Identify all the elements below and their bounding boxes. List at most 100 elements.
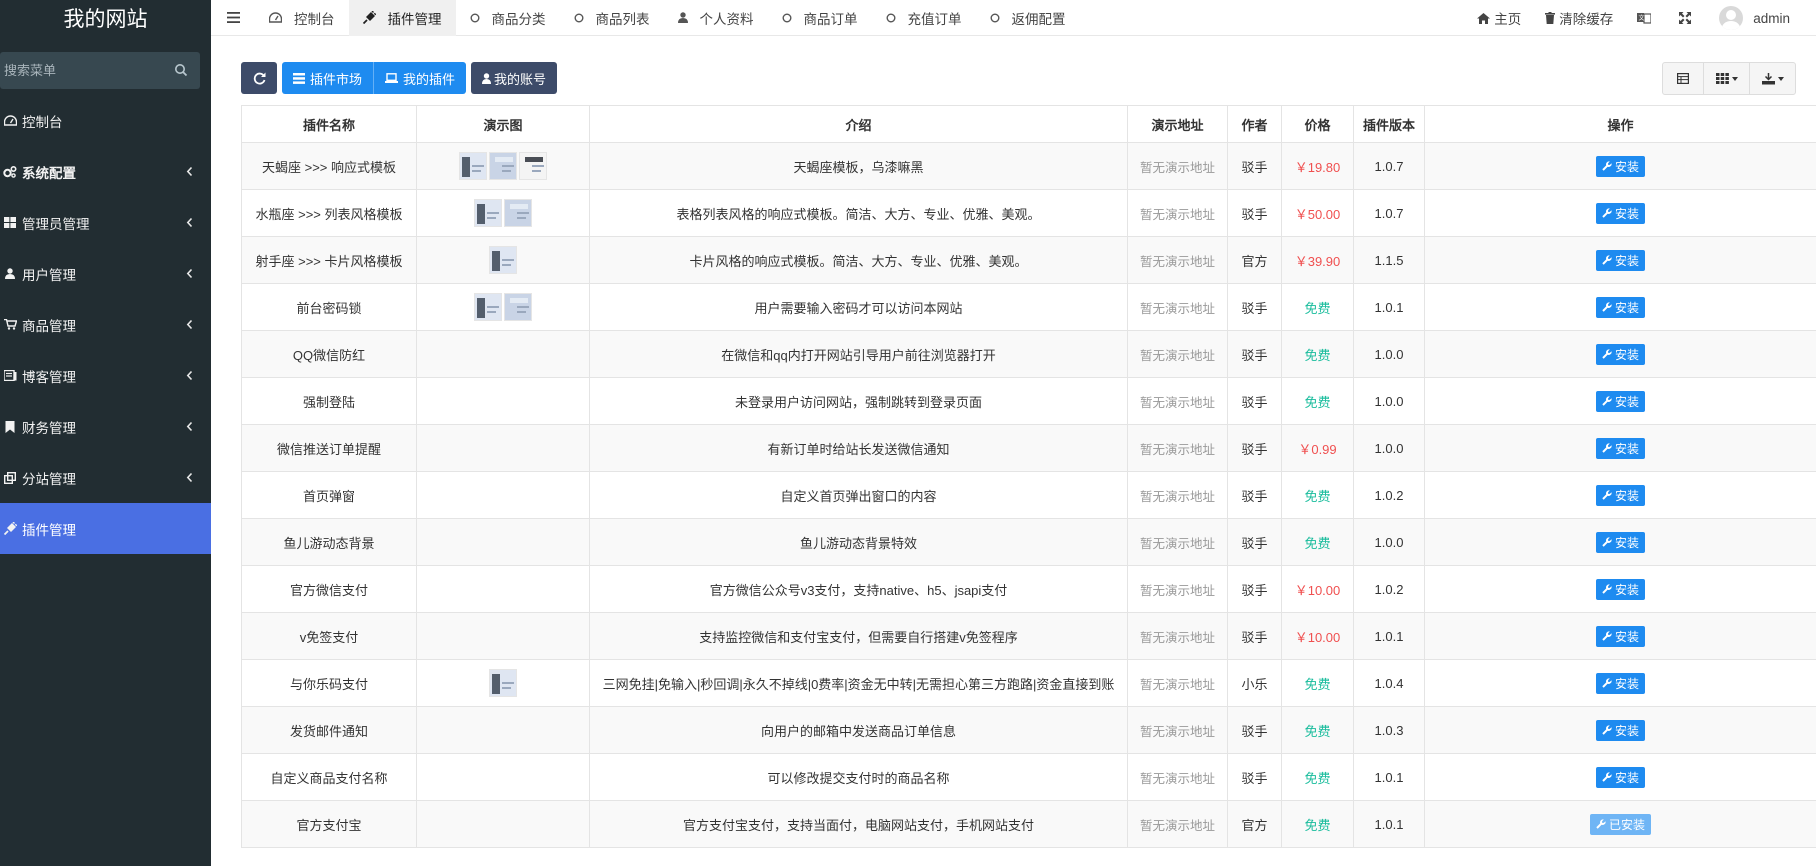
demo-image-cell — [416, 706, 590, 754]
install-button[interactable]: 安装 — [1595, 484, 1645, 506]
toggle-view-button[interactable] — [1663, 63, 1703, 94]
nav-tab-4[interactable]: 个人资料 — [664, 0, 768, 36]
my-plugins-button[interactable]: 我的插件 — [373, 62, 467, 94]
chevron-left-icon — [186, 268, 193, 279]
install-button[interactable]: 安装 — [1595, 578, 1645, 600]
install-button[interactable]: 安装 — [1595, 296, 1645, 318]
trash-icon — [1545, 12, 1556, 24]
author-cell: 驳手 — [1227, 189, 1282, 237]
column-header[interactable]: 演示地址 — [1127, 105, 1228, 143]
clear-cache-button[interactable]: 清除缓存 — [1533, 8, 1625, 28]
nav-tab-3[interactable]: 商品列表 — [560, 0, 664, 36]
demo-thumbnail[interactable] — [504, 293, 532, 321]
dashboard-icon — [2, 114, 18, 128]
sidebar-item-3[interactable]: 用户管理 — [0, 248, 211, 299]
table-row: 发货邮件通知 向用户的邮箱中发送商品订单信息 暂无演示地址 驳手 免费 1.0.3 安装 — [241, 706, 1816, 754]
wrench-icon — [1602, 396, 1612, 406]
description-cell: 向用户的邮箱中发送商品订单信息 — [589, 706, 1128, 754]
action-cell: 安装 — [1424, 471, 1816, 519]
site-logo[interactable]: 我的网站 — [0, 0, 211, 36]
sidebar-item-0[interactable]: 控制台 — [0, 95, 211, 146]
demo-thumbnail[interactable] — [504, 199, 532, 227]
column-header[interactable]: 插件名称 — [241, 105, 417, 143]
install-button[interactable]: 安装 — [1595, 719, 1645, 741]
refresh-button[interactable] — [241, 62, 277, 94]
action-label: 安装 — [1614, 535, 1639, 550]
language-toggle[interactable]: 文 — [1625, 12, 1667, 24]
chevron-left-icon — [186, 319, 193, 330]
sidebar-item-7[interactable]: 分站管理 — [0, 452, 211, 503]
table-row: 前台密码锁 用户需要输入密码才可以访问本网站 暂无演示地址 驳手 免费 1.0.1 安装 — [241, 283, 1816, 331]
sidebar-item-6[interactable]: 财务管理 — [0, 401, 211, 452]
install-button[interactable]: 安装 — [1595, 437, 1645, 459]
install-button[interactable]: 安装 — [1595, 531, 1645, 553]
plugin-name-cell: 自定义商品支付名称 — [241, 753, 417, 801]
columns-dropdown-button[interactable] — [1703, 63, 1749, 94]
plug-icon — [2, 522, 18, 536]
install-button[interactable]: 安装 — [1595, 672, 1645, 694]
sidebar-item-label: 分站管理 — [22, 471, 76, 487]
install-button[interactable]: 安装 — [1595, 625, 1645, 647]
author-cell: 驳手 — [1227, 471, 1282, 519]
install-button[interactable]: 安装 — [1595, 766, 1645, 788]
nav-tab-5[interactable]: 商品订单 — [768, 0, 872, 36]
demo-thumbnail[interactable] — [519, 152, 547, 180]
home-link[interactable]: 主页 — [1465, 8, 1533, 28]
table-row: v免签支付 支持监控微信和支付宝支付，但需要自行搭建v免签程序 暂无演示地址 驳手 ￥1… — [241, 612, 1816, 660]
nav-tab-0[interactable]: 控制台 — [255, 0, 349, 36]
chevron-left-icon — [186, 166, 193, 177]
demo-thumbnail[interactable] — [474, 199, 502, 227]
nav-tab-7[interactable]: 返佣配置 — [976, 0, 1080, 36]
menu-search-input[interactable] — [0, 63, 160, 78]
nav-tab-6[interactable]: 充值订单 — [872, 0, 976, 36]
fullscreen-button[interactable] — [1667, 12, 1707, 24]
nav-tab-2[interactable]: 商品分类 — [456, 0, 560, 36]
version-cell: 1.1.5 — [1353, 236, 1425, 284]
install-button[interactable]: 安装 — [1595, 202, 1645, 224]
install-button[interactable]: 安装 — [1595, 155, 1645, 177]
sidebar-item-8[interactable]: 插件管理 — [0, 503, 211, 554]
demo-thumbnail[interactable] — [489, 246, 517, 274]
sidebar-item-2[interactable]: 管理员管理 — [0, 197, 211, 248]
demo-thumbnail[interactable] — [489, 152, 517, 180]
demo-thumbnail[interactable] — [474, 293, 502, 321]
nav-tab-1[interactable]: 插件管理 — [348, 0, 456, 36]
install-button[interactable]: 安装 — [1595, 343, 1645, 365]
wrench-icon — [1602, 631, 1612, 641]
action-label: 安装 — [1614, 441, 1639, 456]
column-header[interactable]: 价格 — [1281, 105, 1354, 143]
sidebar-item-4[interactable]: 商品管理 — [0, 299, 211, 350]
demo-address-cell: 暂无演示地址 — [1127, 142, 1228, 190]
sidebar-item-5[interactable]: 博客管理 — [0, 350, 211, 401]
demo-image-cell — [416, 565, 590, 613]
price-cell: 免费 — [1281, 283, 1354, 331]
install-button[interactable]: 安装 — [1595, 249, 1645, 271]
plugin-market-button[interactable]: 插件市场 — [282, 62, 374, 94]
circle-icon — [782, 13, 798, 23]
column-header[interactable]: 介绍 — [589, 105, 1128, 143]
column-header[interactable]: 作者 — [1227, 105, 1282, 143]
column-header[interactable]: 演示图 — [416, 105, 590, 143]
search-icon[interactable] — [174, 63, 188, 77]
demo-address-cell: 暂无演示地址 — [1127, 565, 1228, 613]
description-cell: 支持监控微信和支付宝支付，但需要自行搭建v免签程序 — [589, 612, 1128, 660]
column-header[interactable]: 插件版本 — [1353, 105, 1425, 143]
wrench-icon — [1602, 584, 1612, 594]
demo-image-cell — [416, 330, 590, 378]
price-cell: 免费 — [1281, 330, 1354, 378]
my-account-button[interactable]: 我的账号 — [471, 62, 558, 94]
user-menu[interactable]: admin — [1707, 6, 1816, 30]
column-header[interactable]: 操作 — [1424, 105, 1816, 143]
version-cell: 1.0.1 — [1353, 612, 1425, 660]
plugin-name-cell: QQ微信防红 — [241, 330, 417, 378]
action-cell: 安装 — [1424, 565, 1816, 613]
sidebar-toggle-button[interactable] — [211, 0, 255, 36]
sidebar-item-1[interactable]: 系统配置 — [0, 146, 211, 197]
install-button[interactable]: 安装 — [1595, 390, 1645, 412]
export-dropdown-button[interactable] — [1749, 63, 1795, 94]
demo-thumbnail[interactable] — [459, 152, 487, 180]
description-cell: 鱼儿游动态背景特效 — [589, 518, 1128, 566]
action-label: 安装 — [1614, 300, 1639, 315]
demo-thumbnail[interactable] — [489, 669, 517, 697]
installed-button[interactable]: 已安装 — [1589, 813, 1651, 835]
